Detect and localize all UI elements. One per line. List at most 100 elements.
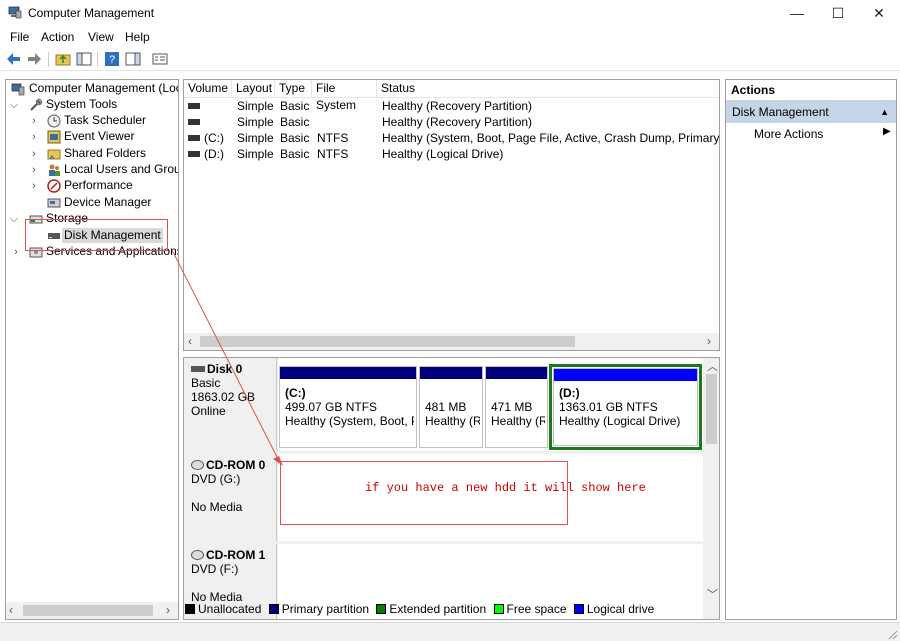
show-action-pane-icon[interactable] (125, 51, 141, 67)
maximize-button[interactable]: ☐ (815, 0, 861, 26)
cdrom-0-info[interactable]: CD-ROM 0 DVD (G:) No Media (184, 454, 277, 541)
menu-view[interactable]: View (88, 30, 114, 44)
chevron-right-icon[interactable]: › (29, 163, 39, 177)
partition-recovery-2[interactable]: 471 MB Healthy (R (485, 366, 548, 448)
maximize-icon: ☐ (831, 4, 845, 21)
column-header-volume[interactable]: Volume (184, 80, 232, 98)
chevron-right-icon[interactable]: › (29, 179, 39, 193)
tree-horizontal-scrollbar[interactable]: ‹ › (6, 602, 178, 619)
partition-status: Healthy (System, Boot, Pa (285, 414, 414, 428)
disk-kind: Basic (191, 376, 221, 390)
scroll-up-icon[interactable]: ︿ (707, 358, 718, 374)
toolbar: ? (0, 48, 900, 71)
disk-name: CD-ROM 1 (206, 548, 266, 562)
volume-fs: NTFS (317, 131, 349, 145)
chevron-down-icon[interactable]: ⌵ (9, 98, 19, 112)
chevron-right-icon[interactable]: › (29, 114, 39, 128)
scroll-left-icon[interactable]: ‹ (188, 334, 192, 348)
menu-bar: File Action View Help (0, 27, 900, 46)
partition-status: Healthy (R (425, 414, 480, 428)
actions-section-disk-management[interactable]: Disk Management ▲ (726, 101, 896, 123)
window-title: Computer Management (28, 6, 155, 20)
disk-vertical-scrollbar[interactable]: ︿ ﹀ (703, 358, 719, 602)
minimize-button[interactable]: — (774, 0, 820, 26)
menu-help[interactable]: Help (125, 30, 150, 44)
legend-extended: Extended partition (389, 602, 487, 616)
submenu-arrow-icon[interactable]: ▶ (883, 126, 891, 137)
scrollbar-thumb[interactable] (23, 605, 153, 616)
disk-0-partitions: (C:) 499.07 GB NTFS Healthy (System, Boot,… (278, 358, 703, 451)
volume-name: (C:) (204, 131, 224, 145)
volume-layout: Simple (237, 147, 274, 161)
column-header-layout[interactable]: Layout (232, 80, 275, 98)
partition-recovery-1[interactable]: 481 MB Healthy (R (419, 366, 483, 448)
partition-size: 481 MB (425, 400, 467, 414)
partition-d[interactable]: (D:) 1363.01 GB NTFS Healthy (Logical Driv… (549, 364, 702, 450)
chevron-down-icon[interactable]: ⌵ (9, 212, 19, 226)
volume-list: Volume Layout Type File System Status Si… (183, 79, 720, 351)
scrollbar-thumb[interactable] (706, 374, 717, 444)
partition-title: (C:) (285, 386, 306, 400)
volume-type: Basic (280, 99, 310, 113)
partition-status: Healthy (Logical Drive) (559, 414, 681, 428)
toolbar-separator (48, 52, 49, 67)
tree-label: Device Manager (64, 195, 152, 209)
volume-name: (D:) (204, 147, 224, 161)
column-header-status[interactable]: Status (377, 80, 719, 98)
volume-type: Basic (280, 131, 310, 145)
back-icon[interactable] (6, 51, 22, 67)
chevron-right-icon[interactable]: › (29, 130, 39, 144)
chevron-right-icon[interactable]: › (11, 245, 21, 259)
up-folder-icon[interactable] (55, 51, 71, 67)
partition-size: 1363.01 GB NTFS (559, 400, 658, 414)
menu-file[interactable]: File (10, 30, 29, 44)
scroll-right-icon[interactable]: › (166, 603, 170, 617)
close-button[interactable]: ✕ (856, 0, 900, 26)
show-hide-tree-icon[interactable] (76, 51, 92, 67)
chevron-right-icon[interactable]: › (29, 147, 39, 161)
close-icon: ✕ (873, 4, 885, 21)
scroll-right-icon[interactable]: › (707, 334, 711, 348)
volume-horizontal-scrollbar[interactable]: ‹ › (184, 333, 719, 350)
scroll-down-icon[interactable]: ﹀ (707, 586, 718, 602)
more-actions-item[interactable]: More Actions (754, 127, 823, 141)
help-icon[interactable]: ? (104, 51, 120, 67)
resize-grip-icon[interactable] (886, 628, 898, 640)
column-header-file-system[interactable]: File System (312, 80, 377, 112)
device-manager-icon (47, 198, 61, 208)
disk-name: Disk 0 (207, 362, 243, 376)
disk-drive: DVD (G:) (191, 472, 241, 486)
volume-type: Basic (280, 147, 310, 161)
collapse-up-icon[interactable]: ▲ (880, 101, 889, 123)
partition-size: 471 MB (491, 400, 533, 414)
logical-drive-bar (554, 369, 697, 381)
actions-header: Actions (726, 80, 896, 101)
volume-icon (188, 103, 200, 109)
menu-action[interactable]: Action (41, 30, 74, 44)
partition-c[interactable]: (C:) 499.07 GB NTFS Healthy (System, Boot,… (279, 366, 417, 448)
disk-state: Online (191, 404, 226, 418)
forward-icon[interactable] (26, 51, 42, 67)
properties-icon[interactable] (152, 51, 168, 67)
navigation-tree: Computer Management (Local ⌵ System Tool… (5, 79, 179, 620)
disk-name: CD-ROM 0 (206, 458, 266, 472)
volume-icon (188, 151, 200, 157)
event-log-icon (47, 130, 61, 144)
tree-label: Performance (64, 178, 133, 192)
legend-swatch-extended (376, 604, 387, 614)
legend-logical: Logical drive (586, 602, 655, 616)
partition-legend: Unallocated Primary partition Extended p… (185, 602, 654, 618)
tools-icon (30, 98, 43, 111)
column-header-type[interactable]: Type (275, 80, 312, 98)
volume-status: Healthy (Recovery Partition) (382, 115, 533, 129)
scroll-left-icon[interactable]: ‹ (9, 603, 13, 617)
disk-0-info[interactable]: Disk 0 Basic 1863.02 GB Online (184, 358, 277, 451)
users-icon (49, 164, 60, 176)
legend-swatch-free (493, 604, 504, 614)
legend-swatch-unallocated (185, 604, 195, 614)
scrollbar-thumb[interactable] (200, 336, 575, 347)
extended-partition-frame: (D:) 1363.01 GB NTFS Healthy (Logical Driv… (553, 368, 698, 446)
legend-primary: Primary partition (281, 602, 370, 616)
volume-status: Healthy (System, Boot, Page File, Active… (382, 131, 720, 145)
volume-icon (188, 119, 200, 125)
